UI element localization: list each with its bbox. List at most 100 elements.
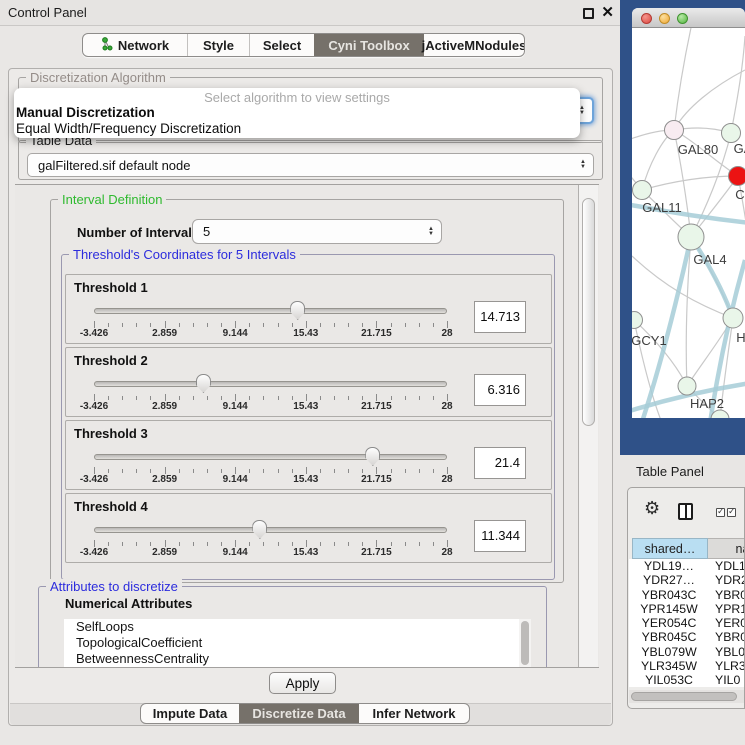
zoom-traffic-light-icon[interactable] — [677, 13, 688, 24]
network-view-frame: GAL80GACGAL11GAL4GCY1HHAP2 — [620, 0, 745, 455]
column-header-shared-name[interactable]: shared… — [632, 538, 708, 559]
slider-track[interactable] — [94, 454, 447, 460]
network-canvas[interactable]: GAL80GACGAL11GAL4GCY1HHAP2 — [632, 28, 745, 418]
numerical-attributes-label: Numerical Attributes — [65, 596, 192, 611]
slider-thumb[interactable] — [252, 520, 267, 539]
attributes-group-title: Attributes to discretize — [46, 579, 182, 594]
threshold-value-field[interactable]: 21.4 — [474, 447, 526, 479]
threshold-2-box: Threshold 2-3.4262.8599.14415.4321.71528… — [65, 347, 552, 417]
number-of-intervals-combobox[interactable]: 5 ▲▼ — [192, 219, 442, 244]
slider-track[interactable] — [94, 308, 447, 314]
network-window-titlebar[interactable] — [632, 8, 745, 28]
tick-label: 15.43 — [283, 328, 329, 339]
thresholds-group-title: Threshold's Coordinates for 5 Intervals — [69, 247, 300, 262]
threshold-value-field[interactable]: 14.713 — [474, 301, 526, 333]
threshold-label: Threshold 4 — [74, 499, 148, 514]
column-header-name[interactable]: na — [708, 538, 745, 559]
tab-cyni-toolbox[interactable]: Cyni Toolbox — [314, 34, 424, 56]
threshold-label: Threshold 3 — [74, 426, 148, 441]
slider-track[interactable] — [94, 381, 447, 387]
apply-button[interactable]: Apply — [269, 672, 336, 694]
tab-network[interactable]: Network — [83, 34, 187, 56]
checkbox-icon[interactable]: ✓ — [727, 508, 736, 517]
apply-row: Apply — [9, 668, 612, 704]
network-node[interactable] — [678, 377, 696, 395]
slider-track[interactable] — [94, 527, 447, 533]
attribute-list-item[interactable]: SelfLoops — [64, 619, 519, 635]
threshold-3-box: Threshold 3-3.4262.8599.14415.4321.71528… — [65, 420, 552, 490]
dropdown-placeholder-item[interactable]: Select algorithm to view settings — [14, 88, 580, 105]
network-tab-icon — [101, 37, 113, 54]
table-panel-title: Table Panel — [636, 464, 704, 479]
float-window-icon[interactable] — [583, 8, 594, 19]
tab-jactivemnodules[interactable]: jActiveMNodules — [424, 34, 524, 56]
network-node-label: H — [736, 330, 745, 345]
tab-impute-data[interactable]: Impute Data — [141, 704, 239, 723]
close-icon[interactable]: ✕ — [601, 1, 614, 25]
network-node[interactable] — [665, 121, 684, 140]
table-row[interactable]: YBR043CYBR0 — [629, 588, 745, 602]
tick-label: 15.43 — [283, 401, 329, 412]
slider-thumb[interactable] — [365, 447, 380, 466]
cell-shared-name: YIL053C — [629, 673, 709, 687]
scrollbar-thumb[interactable] — [521, 621, 529, 665]
scrollbar-thumb[interactable] — [582, 198, 595, 426]
top-tab-bar: Network Style Select Cyni ToolboxjActiveMNo… — [82, 33, 525, 57]
table-row[interactable]: YDL19…YDL1 — [629, 559, 745, 573]
slider-thumb[interactable] — [290, 301, 305, 320]
network-node[interactable] — [729, 167, 745, 186]
numerical-attributes-list[interactable]: SelfLoopsTopologicalCoefficientBetweenne… — [64, 619, 519, 668]
network-node-label: C — [735, 187, 744, 202]
tick-label: 28 — [424, 401, 470, 412]
dropdown-item-manual-discretization[interactable]: Manual Discretization — [14, 105, 580, 121]
tab-label: Select — [263, 38, 301, 53]
tab-style[interactable]: Style — [187, 34, 249, 56]
table-row[interactable]: YBR045CYBR0 — [629, 630, 745, 644]
minimize-traffic-light-icon[interactable] — [659, 13, 670, 24]
table-row[interactable]: YLR345WYLR3 — [629, 659, 745, 673]
close-traffic-light-icon[interactable] — [641, 13, 652, 24]
attributes-list-scrollbar[interactable] — [519, 619, 531, 668]
table-row[interactable]: YPR145WYPR1 — [629, 602, 745, 616]
threshold-value-field[interactable]: 6.316 — [474, 374, 526, 406]
cell-name: YPR1 — [709, 602, 745, 616]
control-panel-window: Control Panel ✕ NetworkStyleSelectCyni T… — [0, 0, 620, 745]
slider-thumb[interactable] — [196, 374, 211, 393]
checkbox-icon[interactable]: ✓ — [716, 508, 725, 517]
table-row[interactable]: YER054CYER0 — [629, 616, 745, 630]
threshold-1-box: Threshold 1-3.4262.8599.14415.4321.71528… — [65, 274, 552, 344]
network-node[interactable] — [678, 224, 704, 250]
tick-label: -3.426 — [71, 547, 117, 558]
table-row[interactable]: YDR27…YDR2 — [629, 573, 745, 587]
settings-vertical-scrollbar[interactable] — [578, 185, 598, 668]
tick-label: 2.859 — [142, 547, 188, 558]
columns-icon[interactable] — [678, 503, 693, 520]
scrollbar-thumb[interactable] — [631, 692, 737, 701]
attribute-list-item[interactable]: TopologicalCoefficient — [64, 635, 519, 651]
table-row[interactable]: YIL053CYIL0 — [629, 673, 745, 687]
cell-name: YLR3 — [709, 659, 745, 673]
table-data-group: Table Data galFiltered.sif default node … — [18, 140, 603, 180]
table-row[interactable]: YBL079WYBL0 — [629, 645, 745, 659]
network-node[interactable] — [722, 124, 741, 143]
tab-discretize-data[interactable]: Discretize Data — [239, 704, 359, 723]
gear-icon[interactable]: ⚙ — [644, 498, 660, 519]
network-edge — [642, 130, 674, 190]
tab-label: Network — [118, 38, 169, 53]
table-horizontal-scrollbar[interactable] — [629, 690, 745, 703]
tick-label: 2.859 — [142, 401, 188, 412]
network-node[interactable] — [633, 181, 652, 200]
tab-select[interactable]: Select — [249, 34, 314, 56]
combobox-stepper-icon: ▲▼ — [580, 160, 586, 170]
algorithm-dropdown-popup: Select algorithm to view settings Manual… — [14, 88, 580, 138]
interval-definition-group: Interval Definition Number of Intervals … — [50, 199, 564, 583]
threshold-4-box: Threshold 4-3.4262.8599.14415.4321.71528… — [65, 493, 552, 563]
network-node[interactable] — [723, 308, 743, 328]
tick-label: 9.144 — [212, 401, 258, 412]
tab-infer-network[interactable]: Infer Network — [359, 704, 469, 723]
threshold-value-field[interactable]: 11.344 — [474, 520, 526, 552]
tick-label: 2.859 — [142, 474, 188, 485]
attribute-list-item[interactable]: BetweennessCentrality — [64, 651, 519, 667]
table-data-combobox[interactable]: galFiltered.sif default node ▲▼ — [27, 153, 594, 177]
dropdown-item-equal-width-frequency[interactable]: Equal Width/Frequency Discretization — [14, 121, 580, 137]
